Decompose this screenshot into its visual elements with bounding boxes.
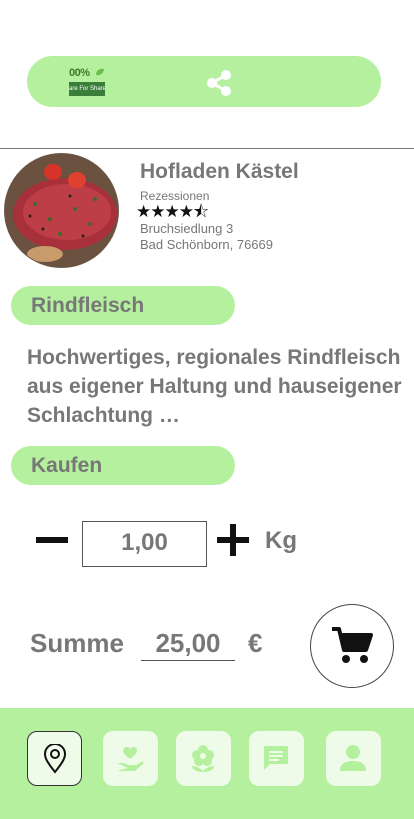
reviews-link[interactable]: Rezessionen [140,189,209,203]
header-divider [0,148,414,149]
rating-stars: ★★★★⯪ [136,202,209,221]
quantity-unit: Kg [265,527,297,554]
product-description: Hochwertiges, regionales Rindfleisch aus… [27,346,402,427]
brand-logo: 00% are For Share [69,67,107,97]
increase-quantity-button[interactable] [217,524,249,556]
logo-subtext: are For Share [69,82,105,96]
product-title-pill: Rindfleisch [11,286,235,325]
share-icon[interactable] [205,69,233,97]
cart-icon [332,627,373,663]
hand-heart-icon [117,746,144,771]
bottom-navigation [0,708,414,819]
buy-section-pill: Kaufen [11,446,235,485]
buy-section-title: Kaufen [31,454,103,477]
add-to-cart-button[interactable] [310,604,394,688]
decrease-quantity-button[interactable] [36,537,68,543]
location-pin-icon [43,744,67,774]
nav-garden-button[interactable] [176,731,231,786]
leaf-icon [96,68,104,76]
product-title: Rindfleisch [31,294,145,317]
shop-name: Hofladen Kästel [140,160,299,183]
sum-value: 25,00 [141,628,235,661]
chat-icon [264,746,288,770]
top-bar: 00% are For Share [27,56,381,107]
nav-map-button[interactable] [27,731,82,786]
address-street: Bruchsiedlung 3 [140,221,234,236]
product-photo [4,153,119,268]
nav-profile-button[interactable] [326,731,381,786]
sum-label: Summe [30,628,124,658]
logo-text: 00% [69,67,90,79]
currency-symbol: € [248,628,263,658]
flower-icon [192,745,214,772]
nav-donate-button[interactable] [103,731,158,786]
quantity-field[interactable]: 1,00 [82,521,207,567]
address-city: Bad Schönborn, 76669 [140,237,273,252]
user-icon [340,745,366,771]
nav-messages-button[interactable] [249,731,304,786]
